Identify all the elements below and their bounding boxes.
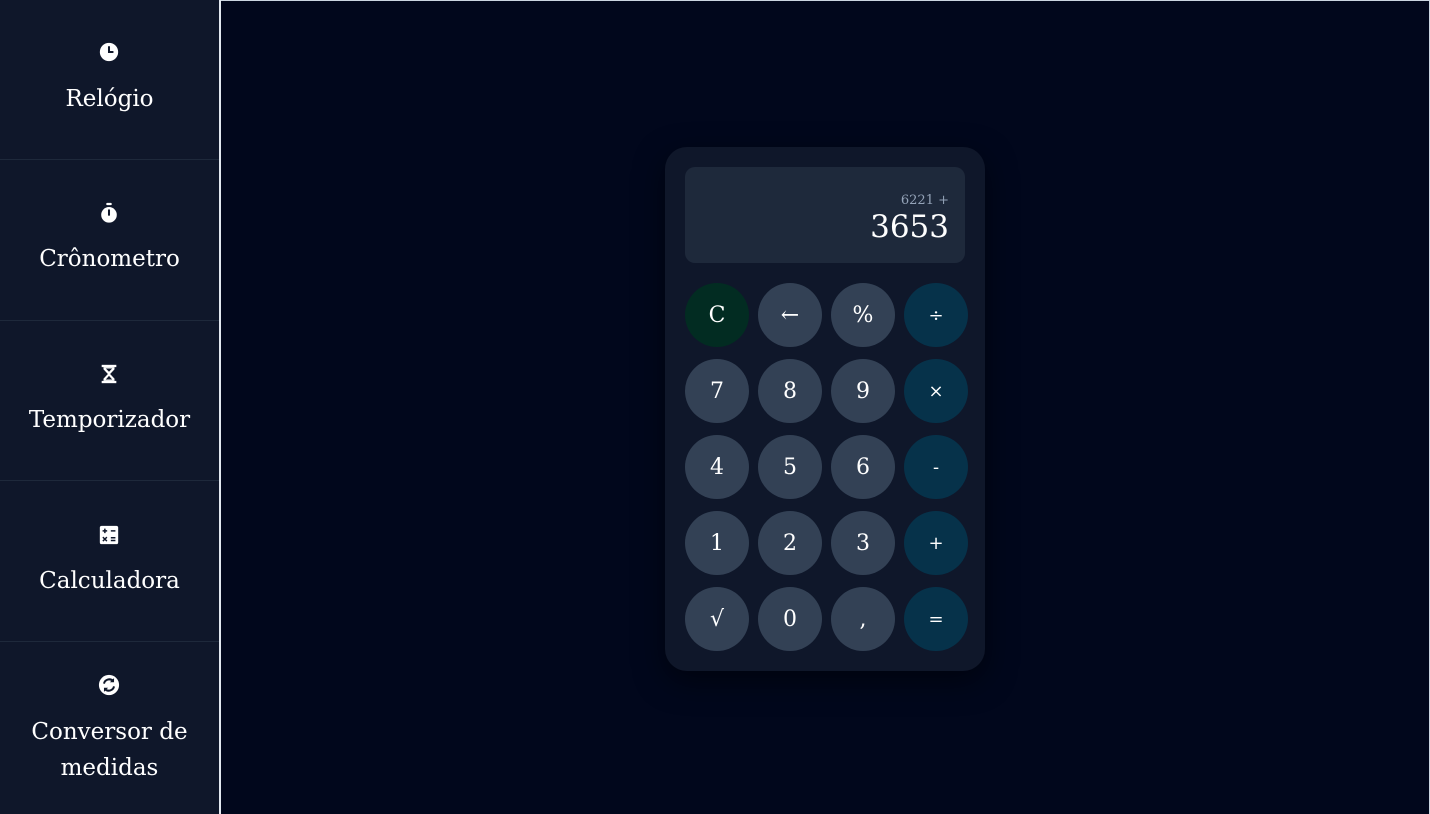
percent-button[interactable]: % [831,283,895,347]
digit-0-button[interactable]: 0 [758,587,822,651]
multiply-button[interactable]: × [904,359,968,423]
digit-9-button[interactable]: 9 [831,359,895,423]
backspace-button[interactable]: ← [758,283,822,347]
digit-3-button[interactable]: 3 [831,511,895,575]
calculator-icon [98,524,120,546]
value-display: 3653 [870,209,949,245]
digit-7-button[interactable]: 7 [685,359,749,423]
hourglass-icon [98,363,120,385]
subtract-button[interactable]: - [904,435,968,499]
calculator-display: 6221 + 3653 [685,167,965,263]
digit-4-button[interactable]: 4 [685,435,749,499]
sidebar-item-cronometro[interactable]: Crônometro [0,160,219,321]
digit-1-button[interactable]: 1 [685,511,749,575]
digit-8-button[interactable]: 8 [758,359,822,423]
convert-icon [98,674,120,696]
expression-display: 6221 + [900,193,949,208]
sidebar: Relógio Crônometro Temporizador Calculad… [0,0,219,814]
comma-button[interactable]: , [831,587,895,651]
main-top-border [221,0,1429,1]
equals-button[interactable]: = [904,587,968,651]
sidebar-item-relogio[interactable]: Relógio [0,0,219,160]
clock-icon [98,41,120,63]
calculator: 6221 + 3653 C ← % ÷ 7 8 9 × 4 5 6 - 1 2 … [665,147,985,671]
sidebar-item-calculadora[interactable]: Calculadora [0,481,219,642]
sidebar-item-label-line2: medidas [60,755,159,781]
digit-6-button[interactable]: 6 [831,435,895,499]
sidebar-item-label: Relógio [65,86,154,112]
app-root: Relógio Crônometro Temporizador Calculad… [0,0,1430,814]
clear-button[interactable]: C [685,283,749,347]
sidebar-item-label: Conversor de [31,719,188,745]
sidebar-item-label: Crônometro [39,246,180,272]
digit-2-button[interactable]: 2 [758,511,822,575]
stopwatch-icon [98,202,120,224]
sidebar-item-label: Calculadora [39,568,180,594]
sidebar-item-temporizador[interactable]: Temporizador [0,321,219,481]
digit-5-button[interactable]: 5 [758,435,822,499]
sidebar-divider [219,0,221,814]
sqrt-button[interactable]: √ [685,587,749,651]
divide-button[interactable]: ÷ [904,283,968,347]
add-button[interactable]: + [904,511,968,575]
sidebar-item-label: Temporizador [28,407,191,433]
sidebar-item-conversor[interactable]: Conversor de medidas [0,642,219,814]
